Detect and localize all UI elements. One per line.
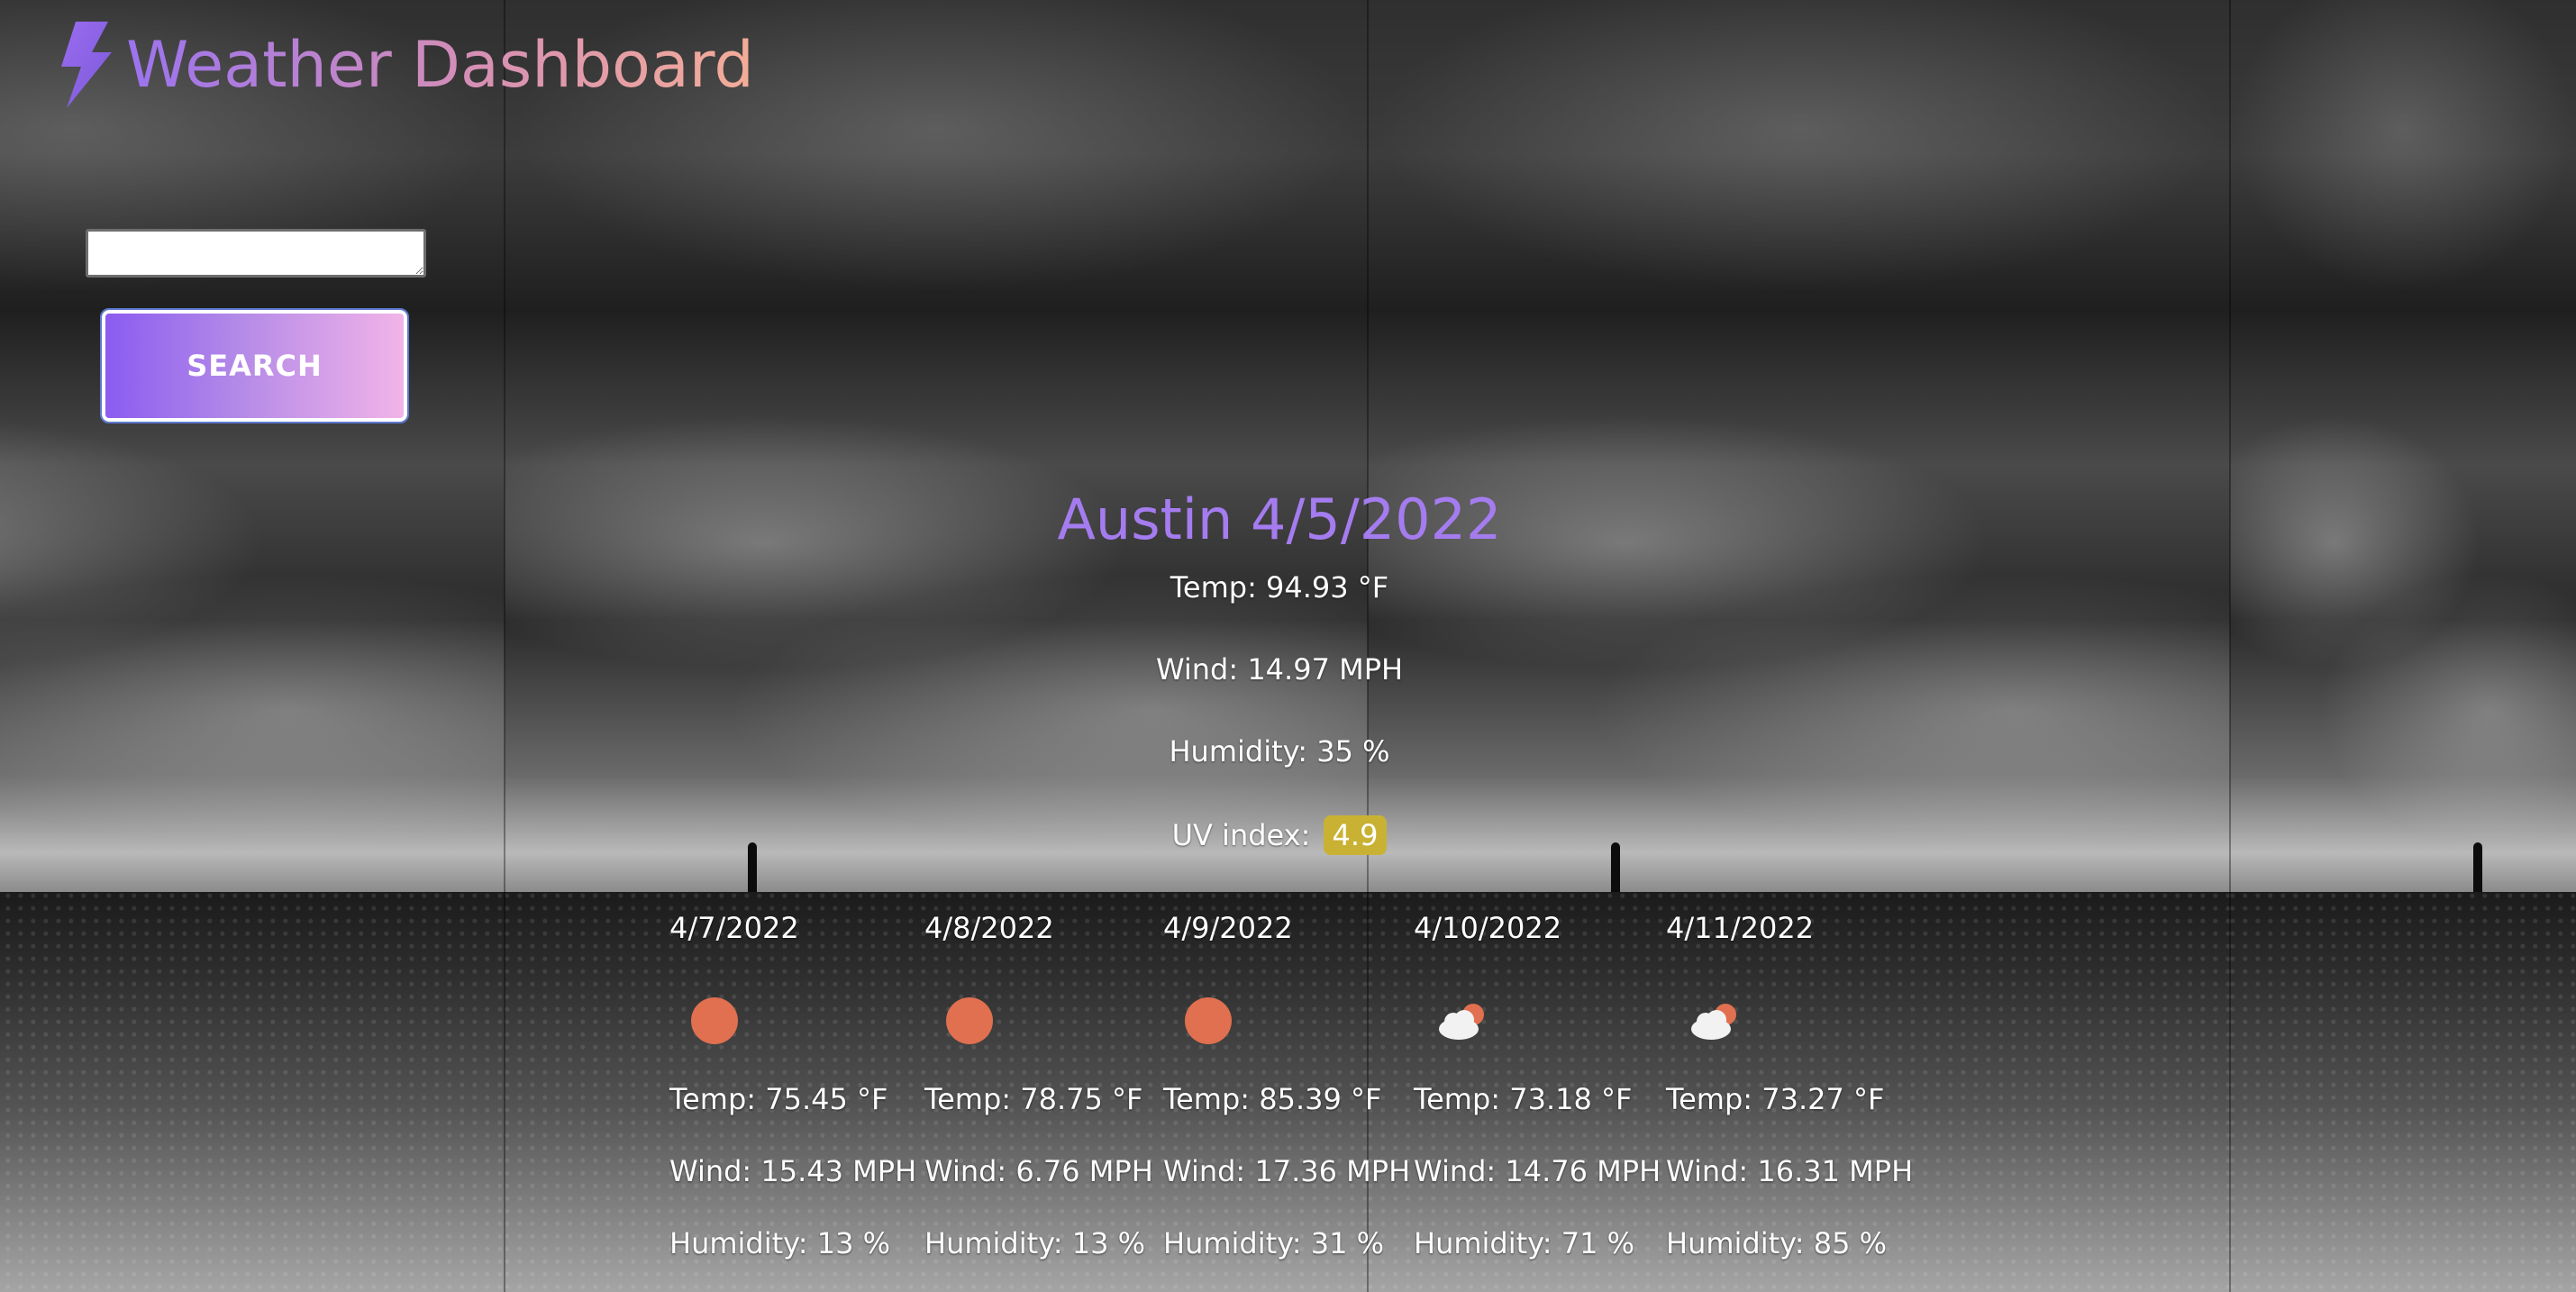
forecast-wind: Wind: 6.76 MPH [924,1154,1153,1188]
uv-label: UV index: [1171,818,1311,852]
forecast-date: 4/10/2022 [1414,911,1562,945]
five-day-forecast: 4/7/2022 Temp: 75.45 °F Wind: 15.43 MPH … [0,910,2576,1292]
forecast-date: 4/7/2022 [669,911,799,945]
forecast-temp: Temp: 78.75 °F [924,1082,1143,1116]
page: Weather Dashboard SEARCH Austin 4/5/2022… [0,0,2576,1292]
forecast-date: 4/11/2022 [1666,911,1815,945]
lightning-bolt-icon [56,20,114,110]
forecast-humidity: Humidity: 13 % [924,1226,1146,1260]
forecast-humidity: Humidity: 85 % [1666,1226,1888,1260]
background-figure [2473,842,2482,895]
current-weather: Austin 4/5/2022 Temp: 94.93 °F Wind: 14.… [901,487,1658,855]
forecast-wind: Wind: 17.36 MPH [1163,1154,1411,1188]
sun-icon [1181,994,1235,1055]
forecast-date: 4/8/2022 [924,911,1054,945]
forecast-temp: Temp: 73.18 °F [1414,1082,1633,1116]
current-wind: Wind: 14.97 MPH [1155,652,1404,687]
current-uv: UV index: 4.9 [901,815,1658,855]
search-button[interactable]: SEARCH [100,308,409,423]
app-header: Weather Dashboard [56,20,754,110]
forecast-date: 4/9/2022 [1163,911,1293,945]
forecast-wind: Wind: 15.43 MPH [669,1154,917,1188]
sun-icon [687,994,742,1055]
sun-icon [942,994,997,1055]
forecast-wind: Wind: 14.76 MPH [1414,1154,1661,1188]
forecast-wind: Wind: 16.31 MPH [1666,1154,1914,1188]
search-input[interactable] [86,229,426,278]
forecast-humidity: Humidity: 13 % [669,1226,891,1260]
current-temp: Temp: 94.93 °F [1170,570,1389,605]
background-figure [748,842,757,895]
forecast-temp: Temp: 73.27 °F [1666,1082,1885,1116]
forecast-humidity: Humidity: 71 % [1414,1226,1635,1260]
current-humidity: Humidity: 35 % [1169,734,1390,769]
app-title: Weather Dashboard [126,28,754,102]
uv-badge: 4.9 [1323,815,1388,855]
forecast-temp: Temp: 85.39 °F [1163,1082,1382,1116]
current-city-date: Austin 4/5/2022 [1057,487,1502,552]
forecast-temp: Temp: 75.45 °F [669,1082,888,1116]
partly-cloudy-icon [1434,1000,1491,1052]
partly-cloudy-icon [1686,1000,1743,1052]
forecast-humidity: Humidity: 31 % [1163,1226,1385,1260]
